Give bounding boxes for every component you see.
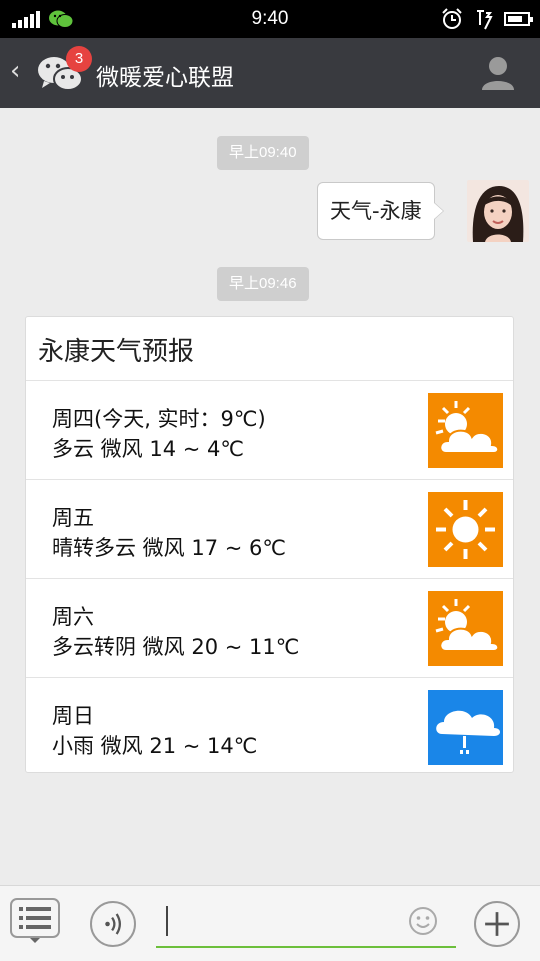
voice-input-button[interactable] <box>90 901 136 947</box>
status-bar: 9:40 <box>0 0 540 38</box>
forecast-row[interactable]: 周日 小雨 微风 21 ~ 14℃ <box>26 677 513 777</box>
chat-header: ‹ 3 微暖爱心联盟 <box>0 38 540 108</box>
forecast-day: 周四(今天, 实时：9℃) <box>52 407 266 431</box>
forecast-row[interactable]: 周五 晴转多云 微风 17 ~ 6℃ <box>26 479 513 579</box>
weather-forecast-card[interactable]: 永康天气预报 周四(今天, 实时：9℃) 多云 微风 14 ~ 4℃ 周五 晴转… <box>25 316 514 773</box>
partly-cloudy-icon <box>428 591 503 666</box>
light-rain-icon <box>428 690 503 765</box>
alarm-icon <box>442 8 462 29</box>
forecast-detail: 小雨 微风 21 ~ 14℃ <box>52 734 258 758</box>
message-timestamp: 早上09:46 <box>217 267 309 301</box>
emoji-button[interactable] <box>408 906 438 936</box>
forecast-detail: 晴转多云 微风 17 ~ 6℃ <box>52 536 286 560</box>
text-cursor <box>166 906 168 936</box>
message-timestamp: 早上09:40 <box>217 136 309 170</box>
user-avatar[interactable] <box>467 180 529 242</box>
profile-button[interactable] <box>480 54 516 92</box>
sunny-icon <box>428 492 503 567</box>
forecast-detail: 多云 微风 14 ~ 4℃ <box>52 437 244 461</box>
forecast-detail: 多云转阴 微风 20 ~ 11℃ <box>52 635 300 659</box>
card-title: 永康天气预报 <box>38 337 195 367</box>
back-button[interactable]: ‹ <box>10 56 20 86</box>
menu-toggle-button[interactable] <box>10 898 60 944</box>
forecast-row[interactable]: 周六 多云转阴 微风 20 ~ 11℃ <box>26 578 513 678</box>
battery-icon <box>504 12 533 26</box>
outgoing-message-bubble[interactable]: 天气-永康 <box>317 182 444 240</box>
chat-title: 微暖爱心联盟 <box>96 65 234 91</box>
more-options-button[interactable] <box>474 901 520 947</box>
data-transfer-icon <box>477 10 493 30</box>
forecast-day: 周日 <box>52 704 94 728</box>
partly-cloudy-icon <box>428 393 503 468</box>
unread-badge: 3 <box>66 46 92 72</box>
chat-input-bar <box>0 885 540 961</box>
forecast-day: 周五 <box>52 506 94 530</box>
forecast-row[interactable]: 周四(今天, 实时：9℃) 多云 微风 14 ~ 4℃ <box>26 380 513 480</box>
forecast-day: 周六 <box>52 605 94 629</box>
